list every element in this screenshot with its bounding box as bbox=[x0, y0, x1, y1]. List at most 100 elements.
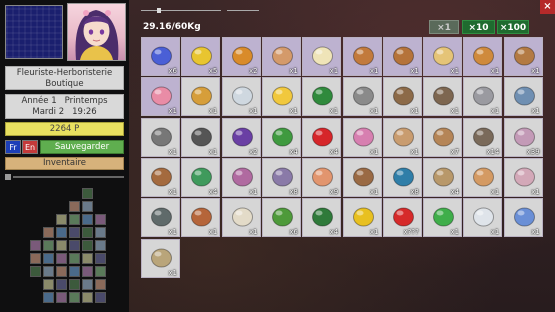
inventory-slot[interactable]: x1 bbox=[181, 198, 221, 238]
inventory-slot[interactable]: x6 bbox=[261, 198, 301, 238]
inventory-slot[interactable]: x4 bbox=[423, 157, 463, 197]
minimap-room[interactable] bbox=[56, 292, 67, 303]
minimap-room[interactable] bbox=[43, 227, 54, 238]
minimap-room[interactable] bbox=[95, 227, 106, 238]
inventory-slot[interactable]: x1 bbox=[141, 117, 180, 157]
inventory-slot[interactable]: x5 bbox=[181, 37, 221, 76]
minimap-room[interactable] bbox=[82, 188, 93, 199]
minimap-room[interactable] bbox=[95, 240, 106, 251]
inventory-slot[interactable]: x1 bbox=[261, 77, 301, 117]
inventory-slot[interactable]: x4 bbox=[181, 157, 221, 197]
language-fr-button[interactable]: Fr bbox=[5, 140, 21, 154]
inventory-slot[interactable]: x7 bbox=[423, 117, 463, 157]
inventory-slot[interactable]: x1 bbox=[382, 37, 422, 76]
inventory-slot[interactable]: x1 bbox=[503, 37, 543, 76]
volume-slider[interactable] bbox=[5, 174, 124, 180]
inventory-button[interactable]: Inventaire bbox=[5, 157, 124, 170]
inventory-slot[interactable]: x1 bbox=[503, 157, 543, 197]
minimap-room[interactable] bbox=[82, 240, 93, 251]
inventory-slot[interactable]: x1 bbox=[342, 117, 382, 157]
minimap[interactable] bbox=[30, 188, 125, 308]
minimap-room[interactable] bbox=[95, 253, 106, 264]
inventory-slot[interactable]: x1 bbox=[423, 77, 463, 117]
minimap-room[interactable] bbox=[95, 292, 106, 303]
minimap-room[interactable] bbox=[56, 266, 67, 277]
minimap-room[interactable] bbox=[56, 240, 67, 251]
minimap-room[interactable] bbox=[30, 240, 41, 251]
inventory-slot[interactable]: x1 bbox=[423, 198, 463, 238]
minimap-room[interactable] bbox=[69, 240, 80, 251]
close-button[interactable]: × bbox=[540, 0, 555, 14]
inventory-slot[interactable]: x1 bbox=[382, 117, 422, 157]
inventory-slot[interactable]: x1 bbox=[382, 77, 422, 117]
minimap-room[interactable] bbox=[82, 253, 93, 264]
minimap-room[interactable] bbox=[43, 279, 54, 290]
quantity-x100-button[interactable]: ×100 bbox=[497, 20, 529, 34]
inventory-slot[interactable]: x4 bbox=[302, 117, 342, 157]
minimap-room[interactable] bbox=[95, 266, 106, 277]
inventory-slot[interactable]: x1 bbox=[302, 37, 342, 76]
slider-handle[interactable] bbox=[157, 8, 161, 13]
minimap-room[interactable] bbox=[43, 253, 54, 264]
minimap-room[interactable] bbox=[69, 227, 80, 238]
quantity-x10-button[interactable]: ×10 bbox=[462, 20, 495, 34]
inventory-slot[interactable]: x14 bbox=[463, 117, 503, 157]
inventory-slot[interactable]: x6 bbox=[141, 37, 180, 76]
inventory-slot[interactable]: x1 bbox=[221, 157, 261, 197]
minimap-room[interactable] bbox=[95, 214, 106, 225]
inventory-slot[interactable]: x1 bbox=[463, 37, 503, 76]
inventory-slot[interactable]: x1 bbox=[463, 157, 503, 197]
minimap-room[interactable] bbox=[69, 279, 80, 290]
music-slider[interactable] bbox=[141, 8, 221, 13]
inventory-slot[interactable]: x1 bbox=[302, 77, 342, 117]
sound-slider[interactable] bbox=[227, 8, 259, 13]
minimap-room[interactable] bbox=[56, 214, 67, 225]
inventory-slot[interactable]: x4 bbox=[261, 117, 301, 157]
minimap-room[interactable] bbox=[69, 214, 80, 225]
minimap-room[interactable] bbox=[43, 266, 54, 277]
minimap-room[interactable] bbox=[43, 240, 54, 251]
minimap-room[interactable] bbox=[82, 227, 93, 238]
inventory-slot[interactable]: x4 bbox=[302, 198, 342, 238]
inventory-slot[interactable]: x8 bbox=[382, 157, 422, 197]
minimap-room[interactable] bbox=[95, 279, 106, 290]
inventory-slot[interactable]: x1 bbox=[221, 198, 261, 238]
minimap-room[interactable] bbox=[69, 201, 80, 212]
minimap-room[interactable] bbox=[30, 266, 41, 277]
inventory-slot[interactable]: x9 bbox=[302, 157, 342, 197]
inventory-slot[interactable]: x1 bbox=[181, 117, 221, 157]
inventory-slot[interactable]: x??? bbox=[382, 198, 422, 238]
minimap-room[interactable] bbox=[82, 292, 93, 303]
inventory-slot[interactable]: x1 bbox=[503, 198, 543, 238]
inventory-slot[interactable]: x39 bbox=[503, 117, 543, 157]
inventory-slot[interactable]: x1 bbox=[221, 77, 261, 117]
inventory-slot[interactable]: x1 bbox=[342, 157, 382, 197]
inventory-slot[interactable]: x1 bbox=[141, 77, 180, 117]
inventory-slot[interactable]: x1 bbox=[342, 37, 382, 76]
minimap-room[interactable] bbox=[82, 279, 93, 290]
inventory-slot[interactable]: x1 bbox=[141, 238, 180, 278]
minimap-room[interactable] bbox=[69, 253, 80, 264]
inventory-slot[interactable]: x1 bbox=[463, 77, 503, 117]
inventory-slot[interactable]: x2 bbox=[221, 117, 261, 157]
inventory-slot[interactable]: x1 bbox=[463, 198, 503, 238]
minimap-room[interactable] bbox=[43, 292, 54, 303]
inventory-slot[interactable]: x1 bbox=[342, 198, 382, 238]
minimap-room[interactable] bbox=[56, 279, 67, 290]
inventory-slot[interactable]: x1 bbox=[423, 37, 463, 76]
save-button[interactable]: Sauvegarder bbox=[40, 140, 124, 154]
inventory-slot[interactable]: x8 bbox=[261, 157, 301, 197]
minimap-room[interactable] bbox=[56, 253, 67, 264]
inventory-slot[interactable]: x1 bbox=[342, 77, 382, 117]
minimap-room[interactable] bbox=[69, 266, 80, 277]
minimap-room[interactable] bbox=[56, 227, 67, 238]
minimap-room[interactable] bbox=[30, 253, 41, 264]
inventory-slot[interactable]: x1 bbox=[141, 198, 180, 238]
minimap-room[interactable] bbox=[82, 214, 93, 225]
minimap-room[interactable] bbox=[82, 266, 93, 277]
minimap-room[interactable] bbox=[82, 201, 93, 212]
inventory-slot[interactable]: x2 bbox=[221, 37, 261, 76]
inventory-slot[interactable]: x1 bbox=[503, 77, 543, 117]
minimap-room[interactable] bbox=[69, 292, 80, 303]
inventory-slot[interactable]: x1 bbox=[181, 77, 221, 117]
